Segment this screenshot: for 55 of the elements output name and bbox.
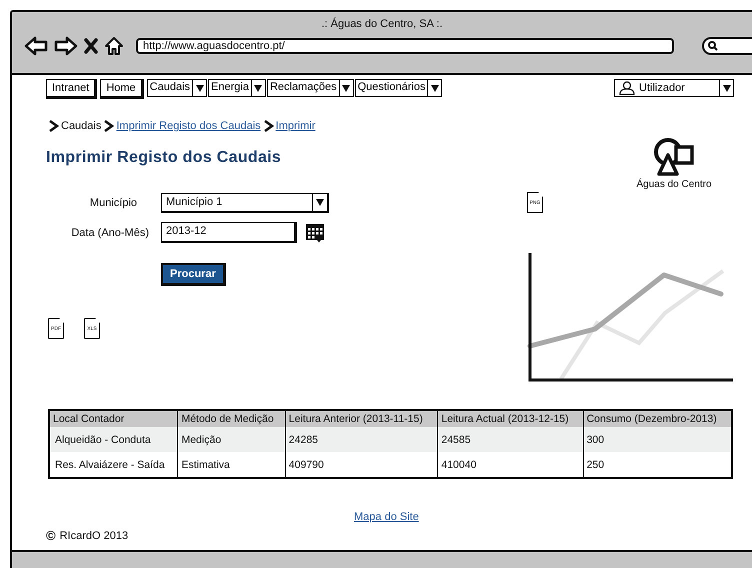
search-icon <box>708 41 718 51</box>
search-button[interactable]: Procurar <box>161 263 226 286</box>
column-header: Leitura Anterior (2013-11-15) <box>285 410 438 427</box>
back-icon[interactable] <box>24 36 48 56</box>
table-cell: 24285 <box>285 427 438 452</box>
nav-button[interactable]: Home <box>100 79 144 99</box>
nav-dropdown[interactable]: Energia <box>208 79 266 97</box>
user-dropdown[interactable]: Utilizador <box>614 79 734 97</box>
caret-icon <box>316 199 324 206</box>
window-title: .: Águas do Centro, SA :. <box>320 16 444 32</box>
caret-icon <box>722 84 730 92</box>
close-icon[interactable] <box>84 38 98 54</box>
calendar-icon[interactable] <box>305 222 325 242</box>
table-cell: 250 <box>583 452 732 478</box>
table-cell: Estimativa <box>178 452 286 478</box>
municipality-select[interactable]: Município 1 <box>161 193 329 213</box>
copyright-icon: © <box>46 528 56 543</box>
column-header: Método de Medição <box>178 410 286 427</box>
nav-dropdown[interactable]: Reclamações <box>266 79 354 97</box>
field-label: Data (Ano-Mês) <box>71 226 149 238</box>
logo-caption: Águas do Centro <box>636 179 712 190</box>
caret-icon <box>196 84 204 92</box>
page-heading: Imprimir Registo dos Caudais <box>46 149 282 168</box>
column-header: Local Contador <box>49 410 178 427</box>
breadcrumb-link[interactable]: Imprimir <box>276 120 316 132</box>
forward-icon[interactable] <box>54 36 78 56</box>
table-cell: 24585 <box>438 427 584 452</box>
caret-icon <box>254 84 262 92</box>
copyright-text: RIcardO 2013 <box>60 530 128 542</box>
breadcrumb-item: Caudais <box>61 120 102 132</box>
table-cell: Res. Alvaiázere - Saída <box>49 452 178 478</box>
table-cell: Alqueidão - Conduta <box>49 427 178 452</box>
column-header: Leitura Actual (2013-12-15) <box>438 410 584 427</box>
table-cell: 410040 <box>438 452 584 478</box>
table-cell: 409790 <box>285 452 438 478</box>
caret-icon <box>430 84 439 92</box>
nav-button[interactable]: Intranet <box>46 79 98 99</box>
home-icon[interactable] <box>104 36 124 56</box>
chevron-icon <box>103 120 114 132</box>
table-cell: 300 <box>583 427 732 452</box>
table-cell: Medição <box>178 427 286 452</box>
nav-dropdown[interactable]: Questionários <box>354 79 442 97</box>
date-field[interactable]: 2013-12 <box>161 222 297 243</box>
caret-icon <box>342 84 350 92</box>
chevron-icon <box>48 120 59 132</box>
chevron-icon <box>262 120 274 132</box>
logo-icon <box>652 137 696 177</box>
user-icon <box>619 81 635 95</box>
breadcrumb-link[interactable]: Imprimir Registo dos Caudais <box>116 120 261 132</box>
search-field[interactable] <box>702 37 752 55</box>
sitemap-link[interactable]: Mapa do Site <box>354 511 419 523</box>
nav-dropdown[interactable]: Caudais <box>146 79 208 97</box>
column-header: Consumo (Dezembro-2013) <box>583 410 732 427</box>
address-field[interactable]: http://www.aguasdocentro.pt/ <box>136 38 674 54</box>
field-label: Município <box>90 197 137 209</box>
